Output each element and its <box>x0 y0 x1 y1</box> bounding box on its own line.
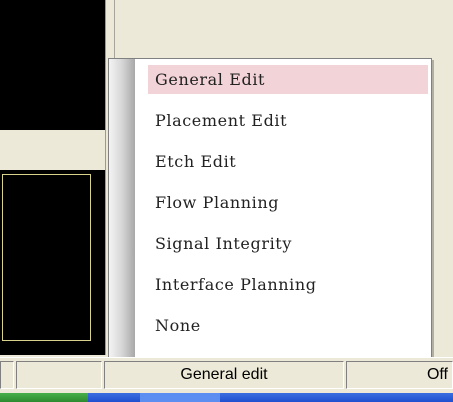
board-outline <box>2 174 91 341</box>
status-bar: General edit Off <box>0 357 453 394</box>
status-field-blank-2 <box>16 361 102 389</box>
menu-item-signal-integrity[interactable]: Signal Integrity <box>148 229 428 258</box>
status-field-blank-1 <box>0 361 14 389</box>
menu-gutter <box>109 59 135 357</box>
panel-separator <box>0 130 105 170</box>
taskbar-button[interactable] <box>140 393 220 402</box>
canvas-panel-top[interactable] <box>0 0 105 130</box>
menu-item-general-edit[interactable]: General Edit <box>148 65 428 94</box>
menu-item-placement-edit[interactable]: Placement Edit <box>148 106 428 135</box>
canvas-panel-bottom[interactable] <box>0 170 105 355</box>
menu-item-interface-planning[interactable]: Interface Planning <box>148 270 428 299</box>
status-mode-field[interactable]: General edit <box>104 361 344 389</box>
menu-item-none[interactable]: None <box>148 311 428 340</box>
splitter-line <box>114 0 115 60</box>
taskbar <box>0 393 453 402</box>
application-mode-menu: General Edit Placement Edit Etch Edit Fl… <box>108 58 432 358</box>
menu-item-flow-planning[interactable]: Flow Planning <box>148 188 428 217</box>
menu-item-etch-edit[interactable]: Etch Edit <box>148 147 428 176</box>
status-state-field: Off <box>346 361 453 389</box>
start-button[interactable] <box>0 393 88 402</box>
